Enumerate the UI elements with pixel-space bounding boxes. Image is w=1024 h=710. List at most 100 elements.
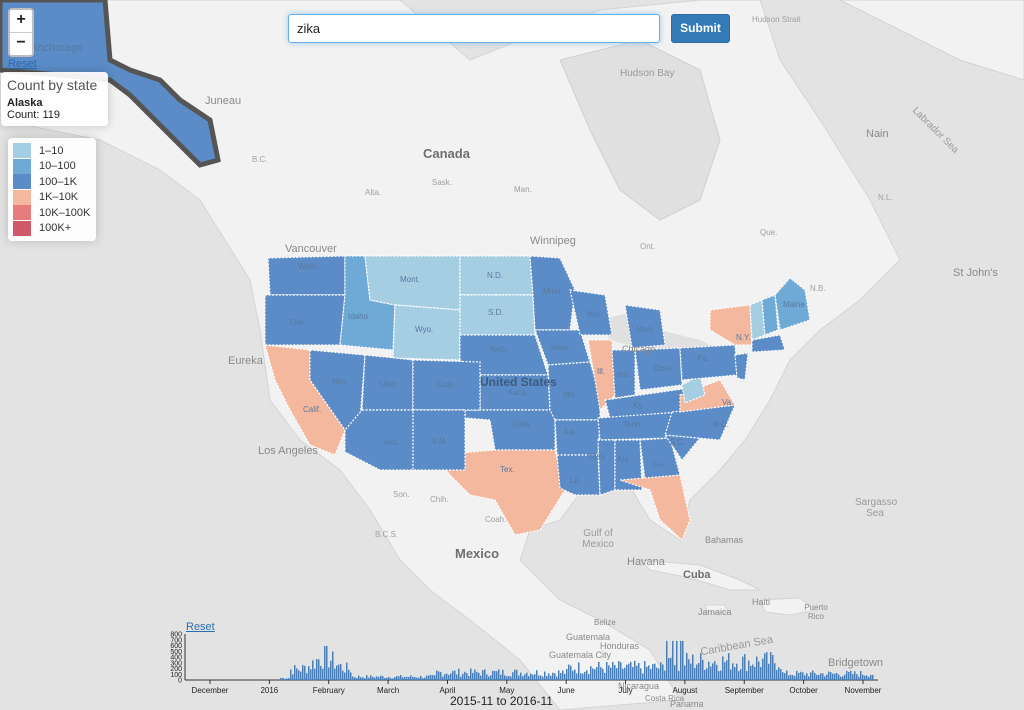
histogram-bar	[634, 660, 636, 680]
label-winnipeg: Winnipeg	[530, 235, 576, 247]
histogram-bar	[490, 675, 492, 680]
histogram-bar	[826, 674, 828, 680]
label-st-johns: St John's	[953, 267, 998, 279]
histogram-bar	[562, 670, 564, 680]
histogram-bar	[610, 667, 612, 680]
submit-button[interactable]: Submit	[671, 14, 730, 43]
state-la	[556, 454, 601, 496]
label-alta: Alta.	[365, 188, 382, 197]
histogram-bar	[446, 673, 448, 680]
histogram-bar	[628, 663, 630, 680]
histogram-bar	[438, 671, 440, 680]
histogram-bar	[744, 654, 746, 680]
histogram-bar	[560, 672, 562, 680]
histogram-bar	[676, 640, 678, 680]
histogram-bar	[624, 667, 626, 680]
histogram-bar	[420, 675, 422, 680]
histogram-bar	[608, 665, 610, 680]
histogram-bar	[692, 654, 694, 680]
histogram-bar	[330, 660, 332, 680]
legend-item: 100K+	[13, 220, 91, 237]
histogram-bar	[518, 675, 520, 680]
search-input[interactable]: zika	[288, 14, 660, 43]
histogram-bar	[476, 671, 478, 680]
label-state-iowa: Iowa	[551, 343, 568, 352]
histogram-bar	[688, 659, 690, 680]
histogram-bar	[422, 678, 424, 680]
histogram-bar	[698, 663, 700, 680]
histogram-bar	[482, 670, 484, 680]
histogram-bar	[578, 662, 580, 680]
histogram-bar	[836, 673, 838, 680]
histogram-bar	[510, 676, 512, 680]
histogram-bar	[408, 676, 410, 680]
legend-item: 10K–100K	[13, 205, 91, 221]
histogram-bar	[316, 659, 318, 680]
histogram-x-tick: 2016	[260, 686, 278, 695]
histogram-bar	[682, 640, 684, 680]
legend-swatch	[13, 205, 31, 221]
histogram-bar	[322, 668, 324, 680]
histogram-bar	[798, 672, 800, 680]
histogram-bar	[614, 665, 616, 680]
histogram-bar	[846, 670, 848, 680]
histogram-bar	[592, 668, 594, 680]
histogram-bar	[784, 673, 786, 680]
histogram-bar	[738, 671, 740, 680]
map-reset-link[interactable]: Reset	[8, 58, 37, 70]
histogram-bar	[760, 666, 762, 680]
legend-label: 10K–100K	[39, 206, 91, 219]
choropleth-map[interactable]	[0, 0, 1024, 710]
histogram-bar	[522, 676, 524, 680]
histogram-bar	[402, 677, 404, 680]
histogram-bar	[854, 671, 856, 680]
histogram-bar	[870, 674, 872, 680]
histogram-bar	[426, 675, 428, 680]
histogram-bar	[694, 668, 696, 680]
label-vancouver: Vancouver	[285, 243, 337, 255]
label-los-angeles: Los Angeles	[258, 445, 318, 457]
histogram-bar	[640, 668, 642, 680]
histogram-bar	[792, 675, 794, 680]
histogram-bar	[642, 673, 644, 680]
zoom-in-button[interactable]: +	[10, 10, 32, 32]
histogram-bar	[702, 659, 704, 680]
label-state-mo: Mo.	[563, 390, 577, 399]
histogram-bar	[546, 675, 548, 680]
histogram-bar	[346, 662, 348, 680]
label-ont: Ont.	[640, 242, 656, 251]
histogram-bar	[770, 652, 772, 680]
histogram-x-tick: July	[618, 686, 632, 695]
histogram-bar	[772, 655, 774, 680]
label-state-okla: Okla.	[513, 420, 532, 429]
label-state-miss: Miss.	[588, 452, 607, 461]
histogram-bar	[824, 676, 826, 680]
histogram-bar	[474, 669, 476, 680]
histogram-bar	[354, 677, 356, 680]
histogram-bar	[840, 676, 842, 680]
histogram-bar	[752, 664, 754, 680]
histogram-bar	[672, 640, 674, 680]
info-state-name: Alaska	[7, 97, 43, 109]
histogram-x-tick: February	[313, 686, 345, 695]
histogram-bar	[742, 656, 744, 680]
label-state-sc: S.C.	[670, 438, 686, 447]
histogram-bar	[602, 668, 604, 680]
histogram-bar	[728, 653, 730, 680]
histogram-x-tick: November	[845, 686, 882, 695]
label-state-ind: Ind.	[617, 370, 631, 379]
state-miss	[597, 439, 616, 496]
histogram-bar	[538, 675, 540, 680]
label-state-ore: Ore.	[290, 318, 306, 327]
histogram-bar	[596, 667, 598, 680]
histogram-x-tick: September	[725, 686, 764, 695]
histogram-bar	[704, 669, 706, 680]
histogram-bar	[850, 670, 852, 680]
histogram-bar	[328, 667, 330, 680]
histogram-bar	[372, 676, 374, 680]
histogram-bar	[480, 675, 482, 680]
zoom-out-button[interactable]: −	[10, 32, 32, 55]
label-state-idaho: Idaho	[348, 312, 369, 321]
label-coah: Coah.	[485, 515, 507, 524]
histogram-bar	[664, 670, 666, 680]
